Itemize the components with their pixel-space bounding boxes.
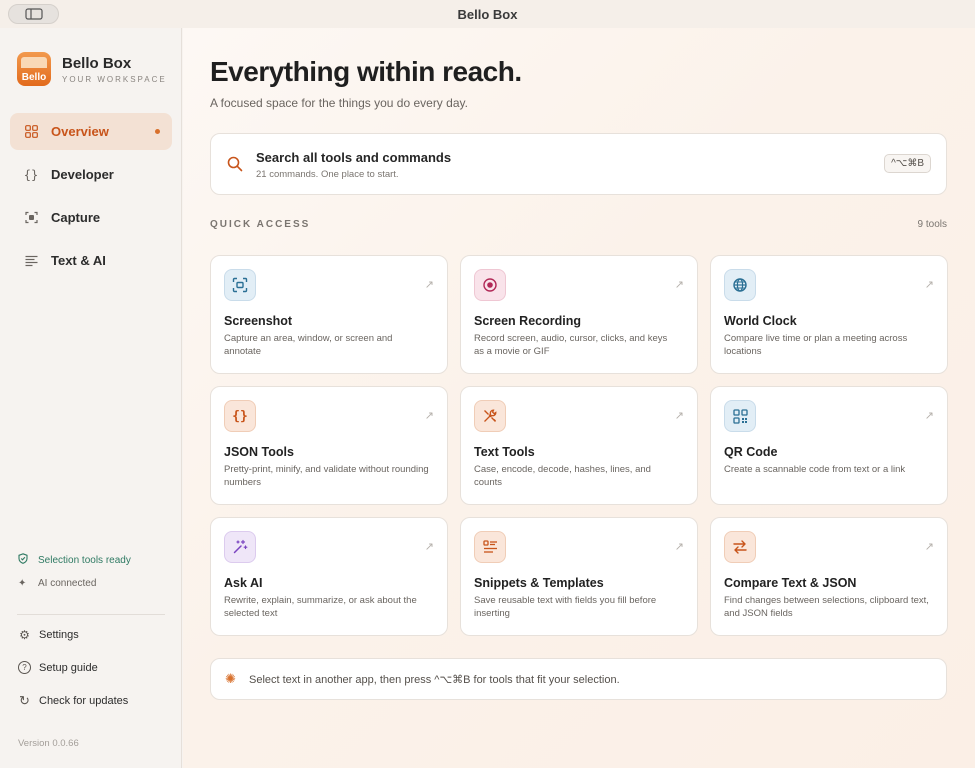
open-arrow-icon: ↗ [924, 279, 934, 291]
tool-card-description: Compare live time or plan a meeting acro… [724, 333, 908, 357]
open-arrow-icon: ↗ [424, 410, 434, 422]
qr-icon [724, 400, 756, 432]
quick-access-label: QUICK ACCESS [210, 219, 311, 230]
bello-box-logo: Bello [17, 52, 51, 86]
setup-guide-label: Setup guide [39, 661, 98, 674]
tool-card-title: Screenshot [224, 314, 293, 328]
tool-card-description: Find changes between selections, clipboa… [724, 595, 929, 619]
globe-icon [724, 269, 756, 301]
sidebar-item-overview[interactable]: Overview [10, 113, 172, 150]
tool-card-ask-ai[interactable]: ↗ Ask AI Rewrite, explain, summarize, or… [210, 517, 448, 636]
tool-card-title: World Clock [724, 314, 797, 328]
capture-icon [24, 211, 38, 225]
sidebar-nav: Overview {} Developer Capture Text & AI [10, 113, 172, 285]
search-icon [227, 156, 243, 172]
active-indicator-dot [155, 129, 160, 134]
open-arrow-icon: ↗ [424, 541, 434, 553]
sparkle-icon: ✦ [18, 578, 27, 589]
braces-icon: {} [23, 167, 39, 182]
sidebar-divider [17, 614, 165, 615]
loading-spinner-icon: ✺ [225, 671, 236, 686]
tool-card-title: QR Code [724, 445, 778, 459]
settings-button[interactable]: ⚙ Settings [18, 627, 79, 642]
page-title: Everything within reach. [210, 56, 522, 87]
magic-wand-icon [224, 531, 256, 563]
tool-card-description: Create a scannable code from text or a l… [724, 464, 906, 475]
search-subtitle: 21 commands. One place to start. [256, 169, 399, 180]
tool-card-description: Pretty-print, minify, and validate witho… [224, 464, 429, 488]
refresh-icon: ↻ [19, 692, 30, 708]
tool-card-qr-code[interactable]: ↗ QR Code Create a scannable code from t… [710, 386, 948, 505]
grid-icon [24, 125, 38, 139]
compare-icon [724, 531, 756, 563]
brand: Bello Bello Box YOUR WORKSPACE [17, 52, 167, 86]
brand-subtitle: YOUR WORKSPACE [62, 74, 167, 84]
check-updates-label: Check for updates [39, 694, 129, 707]
tool-card-description: Case, encode, decode, hashes, lines, and… [474, 464, 651, 488]
sidebar-item-label: Developer [51, 167, 114, 182]
tool-card-description: Capture an area, window, or screen and a… [224, 333, 393, 357]
sidebar-item-developer[interactable]: {} Developer [10, 156, 172, 193]
search-shortcut-badge: ^⌥⌘B [884, 154, 931, 173]
sidebar-toggle-button[interactable] [8, 4, 59, 24]
snippet-icon [474, 531, 506, 563]
question-icon: ? [18, 661, 31, 674]
lines-icon [24, 254, 38, 268]
record-icon [474, 269, 506, 301]
selection-hint-bar: ✺ Select text in another app, then press… [210, 658, 947, 700]
check-updates-button[interactable]: ↻ Check for updates [18, 692, 129, 708]
tool-card-text-tools[interactable]: ↗ Text Tools Case, encode, decode, hashe… [460, 386, 698, 505]
open-arrow-icon: ↗ [674, 410, 684, 422]
sidebar-item-capture[interactable]: Capture [10, 199, 172, 236]
sidebar-item-label: Overview [51, 124, 109, 139]
open-arrow-icon: ↗ [924, 541, 934, 553]
tool-card-title: Compare Text & JSON [724, 576, 857, 590]
screenshot-icon [224, 269, 256, 301]
brand-name: Bello Box [62, 54, 132, 72]
tool-card-snippets-templates[interactable]: ↗ Snippets & Templates Save reusable tex… [460, 517, 698, 636]
open-arrow-icon: ↗ [924, 410, 934, 422]
setup-guide-button[interactable]: ? Setup guide [18, 661, 98, 674]
open-arrow-icon: ↗ [424, 279, 434, 291]
version-label: Version 0.0.66 [18, 738, 79, 749]
settings-label: Settings [39, 628, 79, 641]
open-arrow-icon: ↗ [674, 279, 684, 291]
tool-card-title: JSON Tools [224, 445, 294, 459]
sidebar-item-label: Text & AI [51, 253, 106, 268]
tool-card-description: Record screen, audio, cursor, clicks, an… [474, 333, 668, 357]
tool-card-description: Rewrite, explain, summarize, or ask abou… [224, 595, 417, 619]
tool-card-world-clock[interactable]: ↗ World Clock Compare live time or plan … [710, 255, 948, 374]
main-content: Everything within reach. A focused space… [183, 28, 975, 768]
tools-icon [474, 400, 506, 432]
tool-card-title: Text Tools [474, 445, 535, 459]
search-bar[interactable]: Search all tools and commands 21 command… [210, 133, 947, 195]
tool-card-json-tools[interactable]: {} ↗ JSON Tools Pretty-print, minify, an… [210, 386, 448, 505]
tool-card-description: Save reusable text with fields you fill … [474, 595, 657, 619]
sidebar-item-label: Capture [51, 210, 101, 225]
quick-access-count: 9 tools [917, 219, 947, 230]
title-bar: Bello Box [0, 0, 975, 28]
tool-card-title: Screen Recording [474, 314, 581, 328]
tool-card-title: Ask AI [224, 576, 263, 590]
tool-card-screen-recording[interactable]: ↗ Screen Recording Record screen, audio,… [460, 255, 698, 374]
ai-status: ✦ AI connected [18, 578, 96, 589]
tool-card-title: Snippets & Templates [474, 576, 604, 590]
logo-text: Bello [21, 72, 47, 83]
braces-icon: {} [224, 400, 256, 432]
selection-status-text: Selection tools ready [38, 554, 131, 566]
open-arrow-icon: ↗ [674, 541, 684, 553]
tool-card-compare-text-json[interactable]: ↗ Compare Text & JSON Find changes betwe… [710, 517, 948, 636]
gear-icon: ⚙ [19, 627, 30, 642]
ai-status-text: AI connected [38, 578, 97, 589]
page-subtitle: A focused space for the things you do ev… [210, 96, 468, 110]
selection-hint-text: Select text in another app, then press ^… [249, 673, 620, 686]
sidebar: Bello Bello Box YOUR WORKSPACE Overview … [0, 28, 182, 768]
sidebar-item-text-ai[interactable]: Text & AI [10, 242, 172, 279]
window-title: Bello Box [457, 6, 518, 22]
selection-status: Selection tools ready [18, 553, 131, 567]
search-title: Search all tools and commands [256, 150, 452, 165]
tool-card-screenshot[interactable]: ↗ Screenshot Capture an area, window, or… [210, 255, 448, 374]
shield-check-icon [18, 553, 30, 567]
sidebar-icon [24, 8, 43, 20]
